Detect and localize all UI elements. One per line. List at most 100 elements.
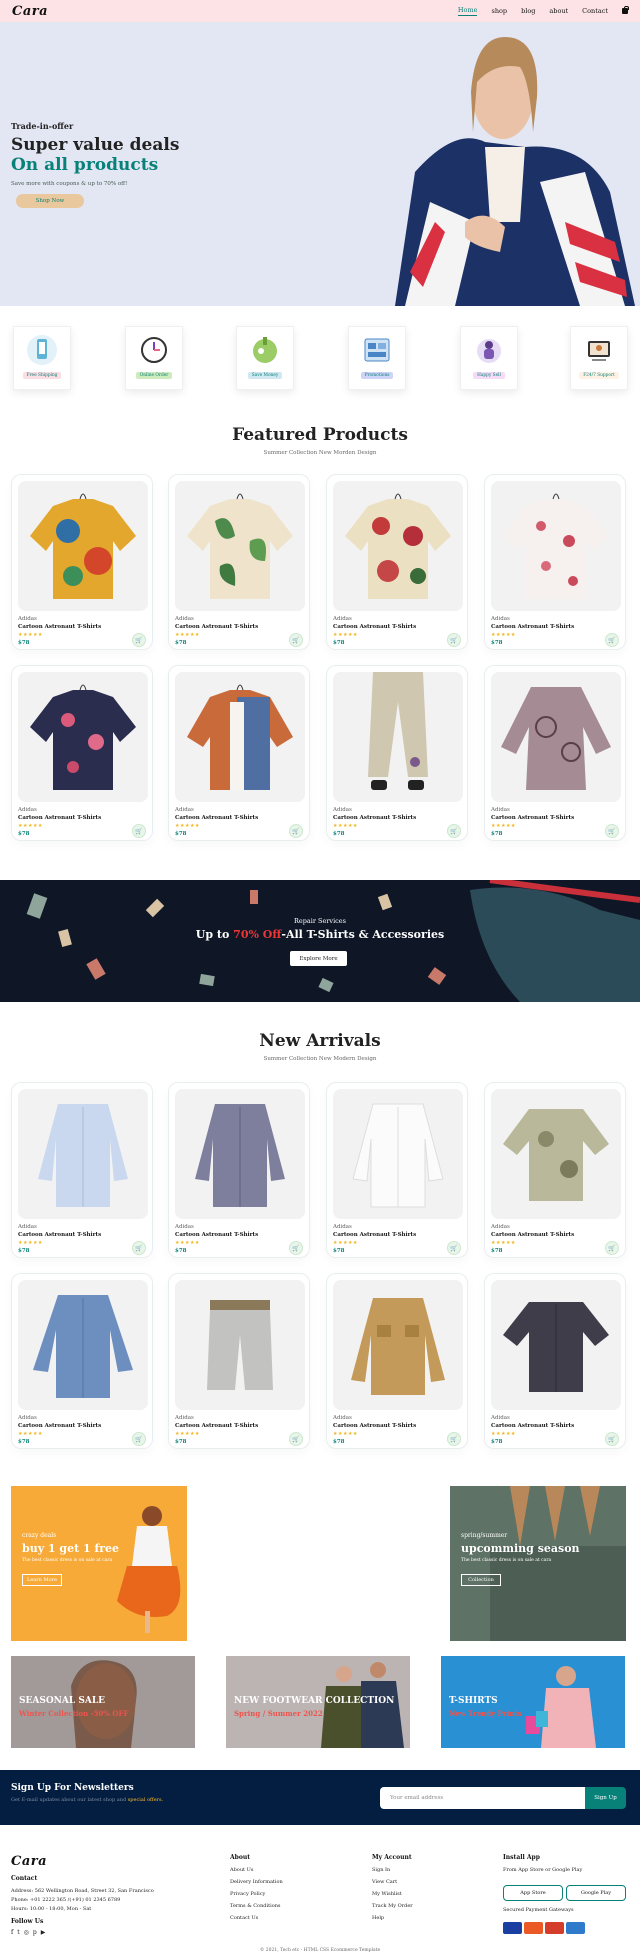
nav-blog[interactable]: blog — [521, 7, 535, 15]
product-rating: ★★★★★ — [18, 1431, 43, 1437]
add-to-cart-icon[interactable]: 🛒 — [605, 824, 619, 838]
youtube-icon[interactable]: ▶ — [41, 1929, 46, 1936]
featured-title: Featured Products — [232, 425, 408, 445]
product-image — [491, 1280, 621, 1410]
add-to-cart-icon[interactable]: 🛒 — [289, 1432, 303, 1446]
footer-logo[interactable]: Cara — [11, 1854, 211, 1869]
sign-in-link[interactable]: Sign In — [372, 1867, 413, 1873]
product-price: $78 — [18, 1439, 30, 1445]
product-name: Cartoon Astronaut T-Shirts — [333, 1232, 417, 1238]
secured-payment-text: Secured Payment Gateways — [503, 1907, 574, 1913]
add-to-cart-icon[interactable]: 🛒 — [447, 633, 461, 647]
product-rating: ★★★★★ — [491, 1431, 516, 1437]
app-store-button[interactable]: App Store — [503, 1885, 563, 1901]
privacy-link[interactable]: Privacy Policy — [230, 1891, 283, 1897]
product-card[interactable]: Adidas Cartoon Astronaut T-Shirts ★★★★★ … — [326, 1273, 468, 1449]
add-to-cart-icon[interactable]: 🛒 — [447, 824, 461, 838]
product-brand: Adidas — [18, 807, 37, 813]
product-card[interactable]: Adidas Cartoon Astronaut T-Shirts ★★★★★ … — [326, 474, 468, 650]
add-to-cart-icon[interactable]: 🛒 — [605, 1241, 619, 1255]
add-to-cart-icon[interactable]: 🛒 — [132, 824, 146, 838]
add-to-cart-icon[interactable]: 🛒 — [447, 1432, 461, 1446]
terms-link[interactable]: Terms & Conditions — [230, 1903, 283, 1909]
product-price: $78 — [18, 831, 30, 837]
collection-button[interactable]: Collection — [461, 1574, 501, 1586]
google-play-button[interactable]: Google Play — [566, 1885, 626, 1901]
payment-icons — [503, 1919, 629, 1938]
explore-more-button[interactable]: Explore More — [290, 951, 347, 966]
shop-now-button[interactable]: Shop Now — [16, 194, 84, 208]
instagram-icon[interactable]: ◎ — [24, 1929, 29, 1936]
nav-shop[interactable]: shop — [491, 7, 507, 15]
product-card[interactable]: Adidas Cartoon Astronaut T-Shirts ★★★★★ … — [168, 1273, 310, 1449]
nav-contact[interactable]: Contact — [582, 7, 608, 15]
learn-more-button[interactable]: Learn More — [22, 1574, 62, 1586]
happy-sell-illustration-icon — [477, 339, 501, 363]
view-cart-link[interactable]: View Cart — [372, 1879, 413, 1885]
product-card[interactable]: Adidas Cartoon Astronaut T-Shirts ★★★★★ … — [168, 1082, 310, 1258]
pinterest-icon[interactable]: p — [33, 1929, 37, 1936]
add-to-cart-icon[interactable]: 🛒 — [132, 633, 146, 647]
product-price: $78 — [491, 1248, 503, 1254]
hero-subtitle: Save more with coupons & up to 70% off! — [11, 181, 128, 187]
add-to-cart-icon[interactable]: 🛒 — [605, 633, 619, 647]
product-rating: ★★★★★ — [175, 823, 200, 829]
add-to-cart-icon[interactable]: 🛒 — [289, 633, 303, 647]
product-brand: Adidas — [18, 1415, 37, 1421]
contact-link[interactable]: Contact Us — [230, 1915, 283, 1921]
add-to-cart-icon[interactable]: 🛒 — [289, 1241, 303, 1255]
add-to-cart-icon[interactable]: 🛒 — [289, 824, 303, 838]
twitter-icon[interactable]: t — [17, 1929, 19, 1936]
product-card[interactable]: Adidas Cartoon Astronaut T-Shirts ★★★★★ … — [11, 665, 153, 841]
delivery-link[interactable]: Delivery Information — [230, 1879, 283, 1885]
newsletter-title: Sign Up For Newsletters — [11, 1783, 134, 1793]
seasonal-sale-banner[interactable]: SEASONAL SALE Winter Collection -50% OFF — [11, 1656, 195, 1748]
product-card[interactable]: Adidas Cartoon Astronaut T-Shirts ★★★★★ … — [168, 474, 310, 650]
feature-online-order: Online Order — [125, 326, 183, 390]
product-name: Cartoon Astronaut T-Shirts — [18, 1423, 102, 1429]
product-rating: ★★★★★ — [18, 632, 43, 638]
add-to-cart-icon[interactable]: 🛒 — [447, 1241, 461, 1255]
sign-up-button[interactable]: Sign Up — [585, 1787, 626, 1809]
product-card[interactable]: Adidas Cartoon Astronaut T-Shirts ★★★★★ … — [326, 665, 468, 841]
wishlist-link[interactable]: My Wishlist — [372, 1891, 413, 1897]
repair-kicker: Repair Services — [293, 917, 346, 925]
tshirts-banner[interactable]: T-SHIRTS New Trendy Prints — [441, 1656, 625, 1748]
amex-icon — [566, 1922, 585, 1934]
product-card[interactable]: Adidas Cartoon Astronaut T-Shirts ★★★★★ … — [326, 1082, 468, 1258]
add-to-cart-icon[interactable]: 🛒 — [605, 1432, 619, 1446]
product-card[interactable]: Adidas Cartoon Astronaut T-Shirts ★★★★★ … — [11, 1273, 153, 1449]
logo[interactable]: Cara — [12, 4, 48, 19]
product-name: Cartoon Astronaut T-Shirts — [175, 1423, 259, 1429]
product-card[interactable]: Adidas Cartoon Astronaut T-Shirts ★★★★★ … — [484, 1082, 626, 1258]
about-link[interactable]: About Us — [230, 1867, 283, 1873]
email-input[interactable]: Your email address — [380, 1787, 585, 1809]
product-card[interactable]: Adidas Cartoon Astronaut T-Shirts ★★★★★ … — [11, 474, 153, 650]
facebook-icon[interactable]: f — [11, 1929, 13, 1936]
repair-title-pre: Up to — [195, 928, 234, 941]
product-name: Cartoon Astronaut T-Shirts — [491, 624, 575, 630]
hero-title-highlight: On all products — [11, 155, 159, 175]
track-order-link[interactable]: Track My Order — [372, 1903, 413, 1909]
product-image — [333, 481, 463, 611]
product-card[interactable]: Adidas Cartoon Astronaut T-Shirts ★★★★★ … — [484, 665, 626, 841]
hours-text: Hours: 10:00 - 18:00, Mon - Sat — [11, 1906, 92, 1912]
product-card[interactable]: Adidas Cartoon Astronaut T-Shirts ★★★★★ … — [484, 1273, 626, 1449]
add-to-cart-icon[interactable]: 🛒 — [132, 1432, 146, 1446]
product-image — [175, 1089, 305, 1219]
product-card[interactable]: Adidas Cartoon Astronaut T-Shirts ★★★★★ … — [484, 474, 626, 650]
help-link[interactable]: Help — [372, 1915, 413, 1921]
product-brand: Adidas — [175, 1224, 194, 1230]
product-price: $78 — [333, 640, 345, 646]
promo-right-kicker: spring/summer — [461, 1532, 508, 1539]
nav-about[interactable]: about — [549, 7, 568, 15]
shopping-bag-icon[interactable] — [622, 6, 629, 14]
product-brand: Adidas — [491, 1415, 510, 1421]
nav-home[interactable]: Home — [457, 6, 478, 16]
hanging-shirts-image — [450, 1486, 626, 1641]
product-brand: Adidas — [18, 616, 37, 622]
footwear-collection-banner[interactable]: NEW FOOTWEAR COLLECTION Spring / Summer … — [226, 1656, 410, 1748]
product-card[interactable]: Adidas Cartoon Astronaut T-Shirts ★★★★★ … — [11, 1082, 153, 1258]
product-card[interactable]: Adidas Cartoon Astronaut T-Shirts ★★★★★ … — [168, 665, 310, 841]
add-to-cart-icon[interactable]: 🛒 — [132, 1241, 146, 1255]
